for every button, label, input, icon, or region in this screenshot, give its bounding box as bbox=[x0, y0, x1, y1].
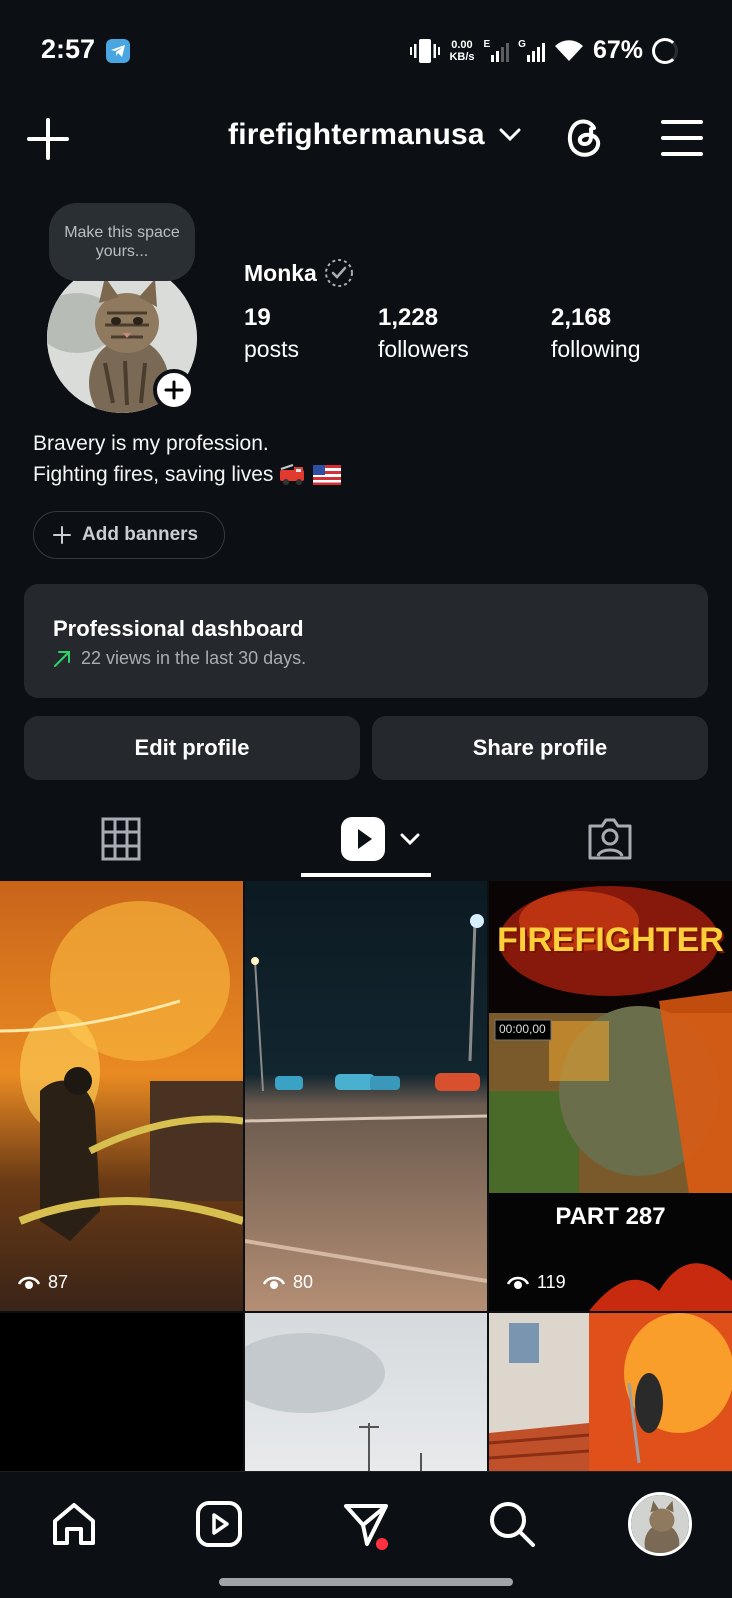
telegram-icon bbox=[106, 39, 130, 63]
nav-reels[interactable] bbox=[189, 1494, 249, 1554]
eye-icon bbox=[18, 1276, 40, 1289]
dashboard-subtitle: 22 views in the last 30 days. bbox=[53, 648, 306, 669]
profile-header: firefightermanusa bbox=[0, 100, 732, 180]
note-bubble[interactable]: Make this space yours... bbox=[49, 203, 195, 281]
following-stat[interactable]: 2,168 following bbox=[551, 302, 641, 364]
home-icon bbox=[53, 1503, 95, 1545]
tab-tagged[interactable] bbox=[570, 800, 650, 878]
fire-scene-image bbox=[0, 881, 243, 1311]
create-button[interactable] bbox=[27, 118, 69, 160]
fire-engine-emoji-icon bbox=[280, 464, 305, 486]
status-bar: 2:57 0.00 KB/s E G 67% bbox=[0, 0, 732, 100]
reel-thumbnail[interactable]: 87 bbox=[0, 881, 243, 1311]
burning-building-image bbox=[489, 1313, 732, 1471]
bio-line-1: Bravery is my profession. bbox=[33, 432, 269, 455]
nav-search[interactable] bbox=[482, 1494, 542, 1554]
reel-thumbnail[interactable] bbox=[245, 1313, 487, 1471]
network-speed: 0.00 KB/s bbox=[449, 38, 475, 63]
firefighter-title-text: FIREFIGHTER bbox=[497, 921, 724, 959]
edit-profile-button[interactable]: Edit profile bbox=[24, 716, 360, 780]
content-tabs bbox=[0, 800, 732, 878]
threads-button[interactable] bbox=[562, 114, 608, 160]
plus-icon bbox=[164, 380, 184, 400]
wifi-icon bbox=[554, 39, 583, 61]
followers-stat[interactable]: 1,228 followers bbox=[378, 302, 469, 364]
reel-thumbnail[interactable] bbox=[489, 1313, 732, 1471]
plus-icon bbox=[27, 118, 69, 160]
grid-icon bbox=[101, 817, 141, 861]
eye-icon bbox=[507, 1276, 529, 1289]
status-time: 2:57 bbox=[41, 34, 96, 64]
posts-stat[interactable]: 19 posts bbox=[244, 302, 299, 364]
account-switcher[interactable]: firefightermanusa bbox=[228, 118, 521, 152]
menu-button[interactable] bbox=[660, 118, 704, 158]
sky-scene-image bbox=[245, 1333, 422, 1471]
verified-badge-icon[interactable] bbox=[323, 257, 355, 289]
home-indicator[interactable] bbox=[219, 1578, 513, 1586]
trend-up-arrow-icon bbox=[54, 650, 70, 667]
display-name: Monka bbox=[244, 259, 317, 286]
search-icon bbox=[490, 1502, 535, 1547]
share-profile-button[interactable]: Share profile bbox=[372, 716, 708, 780]
tagged-person-icon bbox=[588, 818, 632, 860]
bottom-nav bbox=[0, 1471, 732, 1598]
nav-home[interactable] bbox=[44, 1494, 104, 1554]
view-count: 119 bbox=[507, 1272, 566, 1293]
view-count: 87 bbox=[18, 1272, 68, 1293]
part-number-text: PART 287 bbox=[555, 1203, 666, 1230]
threads-icon bbox=[567, 119, 601, 157]
hamburger-menu-icon bbox=[661, 120, 703, 156]
battery-icon bbox=[652, 37, 678, 64]
signal-1-icon: E bbox=[484, 39, 510, 62]
reels-play-icon bbox=[341, 817, 385, 861]
professional-dashboard[interactable]: Professional dashboard 22 views in the l… bbox=[24, 584, 708, 698]
add-story-button[interactable] bbox=[153, 369, 195, 411]
status-icons: 0.00 KB/s E G 67% bbox=[410, 36, 678, 65]
add-banners-button[interactable]: Add banners bbox=[33, 511, 225, 559]
reels-icon bbox=[196, 1501, 242, 1547]
reel-thumbnail[interactable]: FIREFIGHTER 00:00,00 PART 287 119 bbox=[489, 881, 732, 1311]
signal-2-icon: G bbox=[518, 39, 545, 62]
notification-dot bbox=[376, 1538, 388, 1550]
chevron-down-icon bbox=[499, 128, 521, 142]
display-name-row: Monka bbox=[244, 257, 355, 289]
reel-thumbnail[interactable] bbox=[0, 1313, 243, 1471]
tab-posts-grid[interactable] bbox=[80, 800, 162, 878]
battery-percent: 67% bbox=[592, 36, 643, 64]
us-flag-emoji-icon bbox=[313, 465, 342, 486]
night-road-image bbox=[245, 881, 487, 1311]
active-tab-indicator bbox=[301, 873, 431, 877]
nav-messages[interactable] bbox=[336, 1494, 396, 1554]
bio-line-2: Fighting fires, saving lives bbox=[33, 459, 342, 490]
reel-timestamp: 00:00,00 bbox=[499, 1022, 546, 1036]
reel-thumbnail[interactable]: 80 bbox=[245, 881, 487, 1311]
dashboard-title: Professional dashboard bbox=[53, 616, 304, 641]
chevron-down-icon bbox=[400, 833, 420, 845]
username: firefightermanusa bbox=[228, 118, 485, 151]
profile-avatar-icon bbox=[631, 1495, 689, 1553]
plus-icon bbox=[53, 526, 71, 544]
reels-grid: 87 80 FIREFIGHTER 00:00,00 PART 287 119 bbox=[0, 881, 732, 1471]
nav-profile[interactable] bbox=[628, 1492, 692, 1556]
vibrate-icon bbox=[410, 38, 441, 63]
bio: Bravery is my profession. Fighting fires… bbox=[33, 428, 342, 490]
tab-reels[interactable] bbox=[330, 800, 430, 878]
eye-icon bbox=[263, 1276, 285, 1289]
view-count: 80 bbox=[263, 1272, 313, 1293]
